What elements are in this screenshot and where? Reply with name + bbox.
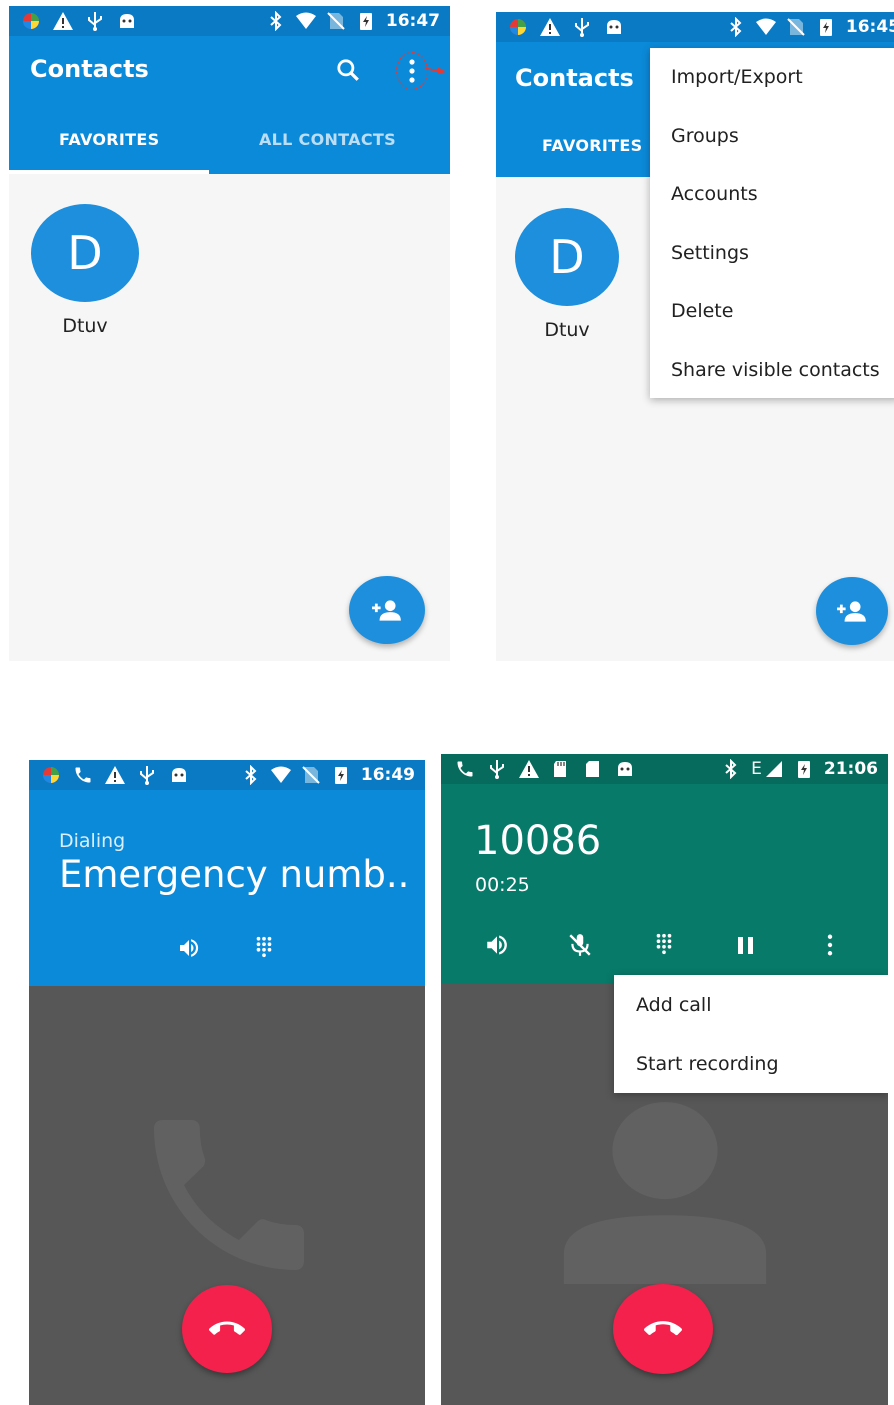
bluetooth-icon	[266, 11, 286, 31]
status-bar: 16:45	[496, 12, 894, 42]
screen-dialing: 16:49 Dialing Emergency numb..	[29, 760, 425, 1405]
call-duration: 00:25	[475, 874, 530, 896]
wifi-icon	[296, 11, 316, 31]
screen-in-call: E 21:06 10086 00:25 Add call Start recor…	[441, 754, 888, 1405]
warning-icon	[105, 765, 125, 785]
bluetooth-icon	[726, 17, 746, 37]
dialpad-icon[interactable]	[653, 930, 675, 958]
pause-icon[interactable]	[738, 937, 754, 954]
menu-item-accounts[interactable]: Accounts	[650, 183, 894, 205]
add-contact-button[interactable]	[349, 576, 425, 644]
android-debug-icon	[615, 759, 635, 779]
battery-charging-icon	[816, 17, 836, 37]
screen-contacts-menu: 16:45 Contacts FAVORITES D Dtuv Import/E…	[496, 12, 894, 661]
phone-icon	[73, 765, 93, 785]
contact-avatar[interactable]: D	[31, 204, 139, 302]
more-vert-icon	[409, 59, 415, 83]
tab-favorites[interactable]: FAVORITES	[59, 130, 159, 149]
phone-watermark-icon	[154, 1120, 304, 1270]
menu-item-delete[interactable]: Delete	[650, 300, 894, 322]
contact-name[interactable]: Dtuv	[515, 319, 619, 341]
phone-number: 10086	[474, 818, 602, 864]
usb-icon	[85, 11, 105, 31]
menu-item-add-call[interactable]: Add call	[614, 994, 888, 1016]
overflow-menu: Import/Export Groups Accounts Settings D…	[650, 48, 894, 398]
clock: 21:06	[823, 759, 878, 779]
menu-item-share-visible-contacts[interactable]: Share visible contacts	[650, 359, 894, 381]
app-notification-icon	[43, 767, 59, 783]
network-type: E	[751, 759, 762, 779]
no-sim-icon	[786, 17, 806, 37]
menu-item-import-export[interactable]: Import/Export	[650, 66, 894, 88]
add-contact-icon	[837, 601, 866, 622]
search-icon[interactable]	[335, 57, 361, 83]
sd-card-icon-2	[586, 761, 599, 777]
app-notification-icon	[510, 19, 526, 35]
end-call-icon	[644, 1310, 682, 1348]
wifi-icon	[756, 17, 776, 37]
status-bar: 16:49	[29, 760, 425, 790]
contact-name[interactable]: Dtuv	[31, 315, 139, 337]
android-debug-icon	[604, 17, 624, 37]
more-vert-icon[interactable]	[827, 934, 833, 956]
usb-icon	[572, 17, 592, 37]
warning-icon	[540, 17, 560, 37]
signal-icon	[765, 761, 782, 777]
menu-item-groups[interactable]: Groups	[650, 125, 894, 147]
battery-charging-icon	[331, 765, 351, 785]
end-call-button[interactable]	[613, 1284, 713, 1374]
screen-contacts-favorites: 16:47 Contacts FAVORITES ALL CONTACTS D …	[9, 6, 450, 661]
clock: 16:49	[360, 765, 415, 785]
warning-icon	[53, 11, 73, 31]
no-sim-icon	[326, 11, 346, 31]
no-sim-icon	[301, 765, 321, 785]
app-title: Contacts	[30, 55, 149, 83]
speaker-icon[interactable]	[484, 932, 510, 958]
clock: 16:45	[845, 17, 894, 37]
menu-item-start-recording[interactable]: Start recording	[614, 1053, 888, 1075]
tab-all-contacts[interactable]: ALL CONTACTS	[259, 130, 396, 149]
usb-icon	[487, 759, 507, 779]
tab-indicator	[9, 170, 209, 174]
status-bar: E 21:06	[441, 754, 888, 784]
usb-icon	[137, 765, 157, 785]
bluetooth-icon	[241, 765, 261, 785]
person-watermark-icon	[563, 1102, 767, 1284]
bluetooth-icon	[721, 759, 741, 779]
tab-favorites[interactable]: FAVORITES	[542, 136, 642, 155]
dialpad-icon[interactable]	[253, 933, 275, 961]
mute-icon[interactable]	[567, 931, 593, 959]
app-title: Contacts	[515, 64, 634, 92]
end-call-icon	[209, 1311, 245, 1347]
end-call-button[interactable]	[182, 1285, 272, 1373]
red-arrow-annotation	[424, 67, 447, 75]
app-notification-icon	[23, 13, 39, 29]
add-contact-icon	[372, 600, 401, 621]
status-bar: 16:47	[9, 6, 450, 36]
sd-card-icon	[554, 761, 566, 777]
wifi-icon	[271, 765, 291, 785]
call-state: Dialing	[59, 830, 126, 852]
menu-item-settings[interactable]: Settings	[650, 242, 894, 264]
call-overflow-menu: Add call Start recording	[614, 975, 888, 1093]
speaker-icon[interactable]	[177, 936, 201, 960]
clock: 16:47	[385, 11, 440, 31]
battery-charging-icon	[356, 11, 376, 31]
caller-name: Emergency numb..	[59, 853, 410, 896]
warning-icon	[519, 759, 539, 779]
phone-icon	[455, 759, 475, 779]
android-debug-icon	[169, 765, 189, 785]
battery-charging-icon	[794, 759, 814, 779]
add-contact-button[interactable]	[816, 577, 888, 645]
contact-avatar[interactable]: D	[515, 208, 619, 306]
android-debug-icon	[117, 11, 137, 31]
